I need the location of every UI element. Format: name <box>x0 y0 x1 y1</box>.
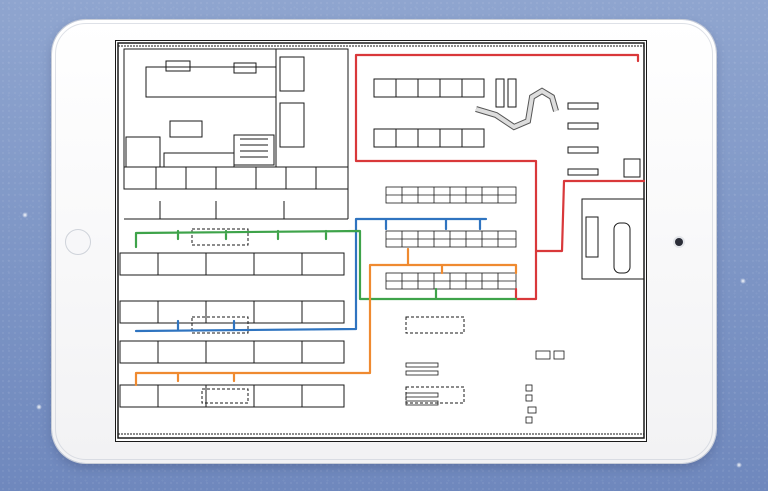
floor-plan-screen[interactable] <box>115 40 647 442</box>
conveyor-area <box>373 78 641 178</box>
tablet-device <box>52 20 716 463</box>
camera-icon <box>675 238 683 246</box>
sparkle-decoration <box>740 278 746 284</box>
red-route <box>354 53 646 253</box>
orange-route <box>134 247 518 387</box>
sparkle-decoration <box>736 462 742 468</box>
restroom-row <box>123 166 349 190</box>
blue-route <box>134 217 488 333</box>
break-room <box>581 198 645 280</box>
green-route <box>134 229 518 301</box>
outer-wall <box>117 42 645 439</box>
pallet-racks <box>385 186 517 290</box>
floor-plan-drawing <box>117 42 646 439</box>
office-block <box>123 48 277 168</box>
meeting-room <box>275 48 349 168</box>
sparkle-decoration <box>36 404 42 410</box>
rack-rows-left <box>119 228 345 408</box>
home-button[interactable] <box>65 229 91 255</box>
sparkle-decoration <box>22 212 28 218</box>
red-route-branch <box>514 249 538 301</box>
workstation-blocks <box>405 350 565 424</box>
